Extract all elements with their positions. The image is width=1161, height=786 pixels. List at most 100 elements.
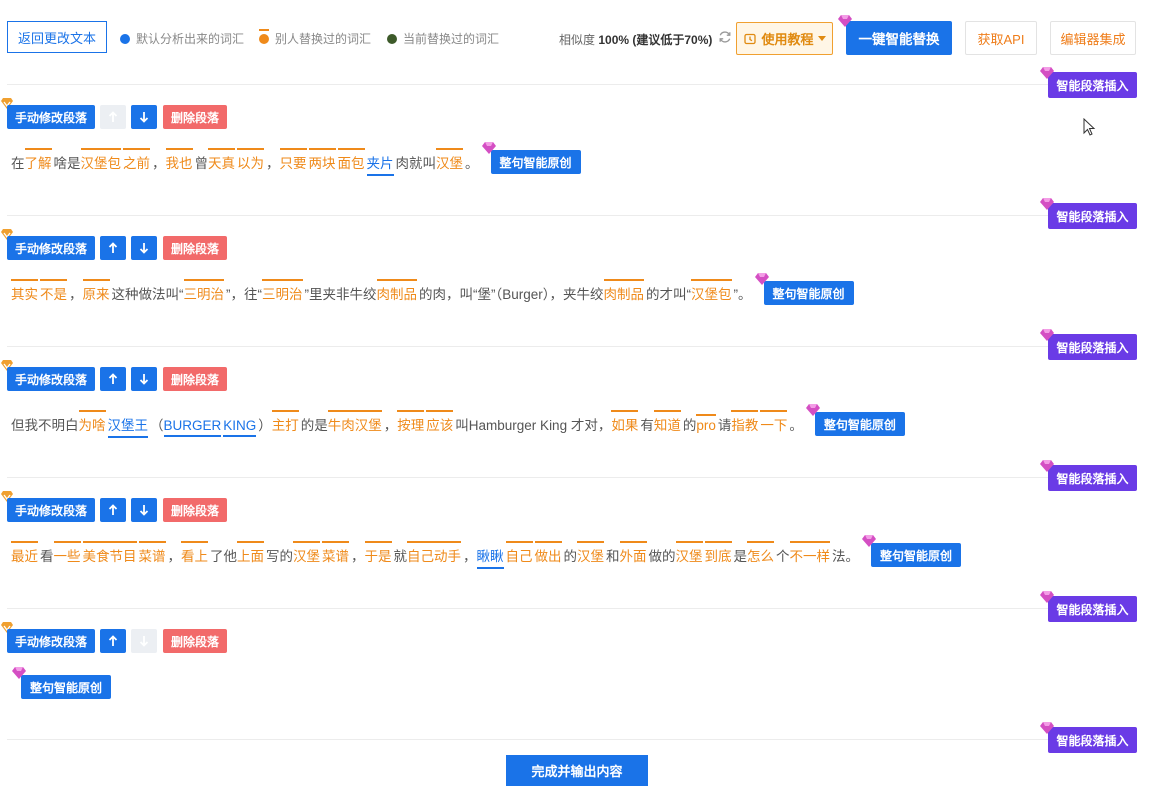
highlighted-word[interactable]: 于是 [364, 541, 392, 565]
highlighted-word[interactable]: 主打 [271, 410, 299, 434]
manual-edit-paragraph-button[interactable]: 手动修改段落 [7, 367, 95, 391]
delete-paragraph-button[interactable]: 删除段落 [163, 367, 227, 391]
paragraph-text[interactable]: 最近 看一些 美食节目 菜谱 ，看上 了他上面 写的汉堡 菜谱 ，于是 就自己动手 ，瞅瞅 自己 做出的… [11, 535, 962, 569]
highlighted-word[interactable]: 三明治 [183, 279, 224, 303]
highlighted-word[interactable]: 汉堡 [293, 541, 320, 565]
refresh-icon[interactable] [718, 30, 732, 47]
move-down-button[interactable] [131, 105, 157, 129]
highlighted-word[interactable]: 知道 [653, 410, 681, 434]
highlighted-word[interactable]: 做出 [534, 541, 562, 565]
highlighted-word[interactable]: 不是 [40, 279, 67, 303]
highlighted-word[interactable]: KING [223, 418, 257, 437]
highlighted-word[interactable]: 牛肉汉堡 [327, 410, 382, 434]
highlighted-word[interactable]: 自己动手 [407, 541, 461, 565]
manual-edit-paragraph-button[interactable]: 手动修改段落 [7, 105, 95, 129]
plain-text: 肉就叫 [395, 156, 437, 171]
highlighted-word[interactable]: 夹片 [366, 152, 394, 176]
paragraph-text[interactable]: 在了解 啥是汉堡包 之前 ，我也 曾天真 以为 ，只要 两块 面包 夹片 肉就叫汉堡。整句智能原创 [11, 142, 581, 176]
smart-insert-button[interactable]: 智能段落插入 [1048, 465, 1137, 491]
smart-insert-button[interactable]: 智能段落插入 [1048, 727, 1137, 753]
plain-text: 的才叫“ [646, 287, 692, 302]
highlighted-word[interactable]: 按理 [397, 410, 425, 434]
highlighted-word[interactable]: 自己 [505, 541, 533, 565]
manual-edit-paragraph-button[interactable]: 手动修改段落 [7, 498, 95, 522]
highlighted-word[interactable]: 汉堡包 [80, 148, 121, 172]
highlighted-word[interactable]: 汉堡包 [691, 279, 732, 303]
highlighted-word[interactable]: 面包 [337, 148, 365, 172]
delete-paragraph-button[interactable]: 删除段落 [163, 629, 227, 653]
finish-output-button[interactable]: 完成并输出内容 [506, 755, 648, 786]
guide-button[interactable]: 使用教程 [736, 22, 833, 55]
highlighted-word[interactable]: 到底 [704, 541, 732, 565]
manual-edit-paragraph-button[interactable]: 手动修改段落 [7, 629, 95, 653]
smart-insert-button[interactable]: 智能段落插入 [1048, 203, 1137, 229]
plain-text: ， [351, 549, 365, 564]
highlighted-word[interactable]: 汉堡 [577, 541, 604, 565]
plain-text: 和 [606, 549, 620, 564]
highlighted-word[interactable]: BURGER [163, 418, 222, 437]
highlighted-word[interactable]: 只要 [279, 148, 307, 172]
highlighted-word[interactable]: 菜谱 [322, 541, 349, 565]
move-up-button[interactable] [100, 498, 126, 522]
smart-insert-button[interactable]: 智能段落插入 [1048, 334, 1137, 360]
highlighted-word[interactable]: 以为 [237, 148, 264, 172]
rewrite-sentence-button[interactable]: 整句智能原创 [12, 667, 112, 699]
move-down-button[interactable] [131, 498, 157, 522]
smart-insert-button[interactable]: 智能段落插入 [1048, 596, 1137, 622]
paragraph-text[interactable]: 整句智能原创 [9, 667, 112, 699]
rewrite-sentence-button[interactable]: 整句智能原创 [805, 404, 905, 436]
highlighted-word[interactable]: 最近 [11, 541, 38, 565]
highlighted-word[interactable]: 汉堡 [436, 148, 463, 172]
highlighted-word[interactable]: 不一样 [789, 541, 830, 565]
highlighted-word[interactable]: 一些 [53, 541, 81, 565]
highlighted-word[interactable]: 一下 [760, 410, 788, 434]
move-down-button[interactable] [131, 367, 157, 391]
get-api-button[interactable]: 获取API [965, 21, 1037, 55]
plain-text: 这种做法叫“ [111, 287, 184, 302]
highlighted-word[interactable]: 天真 [208, 148, 235, 172]
delete-paragraph-button[interactable]: 删除段落 [163, 498, 227, 522]
highlighted-word[interactable]: 原来 [82, 279, 110, 303]
manual-edit-paragraph-button[interactable]: 手动修改段落 [7, 236, 95, 260]
highlighted-word[interactable]: 其实 [11, 279, 38, 303]
highlighted-word[interactable]: 瞅瞅 [476, 545, 504, 569]
move-up-button[interactable] [100, 236, 126, 260]
highlighted-word[interactable]: 如果 [611, 410, 639, 434]
plain-text: ”，往“ [226, 287, 262, 302]
highlighted-word[interactable]: 之前 [123, 148, 150, 172]
highlighted-word[interactable]: 外面 [619, 541, 647, 565]
highlighted-word[interactable]: 两块 [308, 148, 336, 172]
highlighted-word[interactable]: 三明治 [262, 279, 303, 303]
highlighted-word[interactable]: 我也 [165, 148, 193, 172]
rewrite-sentence-button[interactable]: 整句智能原创 [754, 273, 854, 305]
move-up-button[interactable] [100, 629, 126, 653]
highlighted-word[interactable]: 怎么 [747, 541, 774, 565]
highlighted-word[interactable]: 指教 [731, 410, 759, 434]
move-up-button[interactable] [100, 105, 126, 129]
highlighted-word[interactable]: 应该 [426, 410, 454, 434]
highlighted-word[interactable]: 菜谱 [138, 541, 166, 565]
highlighted-word[interactable]: 美食节目 [82, 541, 137, 565]
highlighted-word[interactable]: 汉堡 [675, 541, 703, 565]
move-down-button[interactable] [131, 236, 157, 260]
move-down-button[interactable] [131, 629, 157, 653]
delete-paragraph-button[interactable]: 删除段落 [163, 105, 227, 129]
rewrite-sentence-button[interactable]: 整句智能原创 [862, 535, 962, 567]
highlighted-word[interactable]: 肉制品 [376, 279, 417, 303]
highlighted-word[interactable]: 汉堡王 [107, 414, 148, 438]
move-up-button[interactable] [100, 367, 126, 391]
highlighted-word[interactable]: 肉制品 [603, 279, 645, 303]
editor-integration-button[interactable]: 编辑器集成 [1050, 21, 1136, 55]
delete-paragraph-button[interactable]: 删除段落 [163, 236, 227, 260]
paragraph-text[interactable]: 其实 不是 ，原来 这种做法叫“三明治 ”，往“三明治 ”里夹非牛绞肉制品 的肉，叫“堡”（… [11, 273, 854, 305]
highlighted-word[interactable]: pro [696, 414, 716, 433]
back-to-edit-button[interactable]: 返回更改文本 [7, 21, 107, 53]
paragraph-text[interactable]: 但我不明白为啥 汉堡王 （BURGER KING ）主打 的是牛肉汉堡 ，按理 应该 叫Hamb… [11, 404, 905, 438]
smart-insert-button[interactable]: 智能段落插入 [1048, 72, 1137, 98]
highlighted-word[interactable]: 了解 [24, 148, 52, 172]
smart-replace-button[interactable]: 一键智能替换 [846, 21, 952, 55]
highlighted-word[interactable]: 看上 [181, 541, 208, 565]
highlighted-word[interactable]: 上面 [237, 541, 264, 565]
highlighted-word[interactable]: 为啥 [78, 410, 106, 434]
rewrite-sentence-button[interactable]: 整句智能原创 [481, 142, 581, 174]
